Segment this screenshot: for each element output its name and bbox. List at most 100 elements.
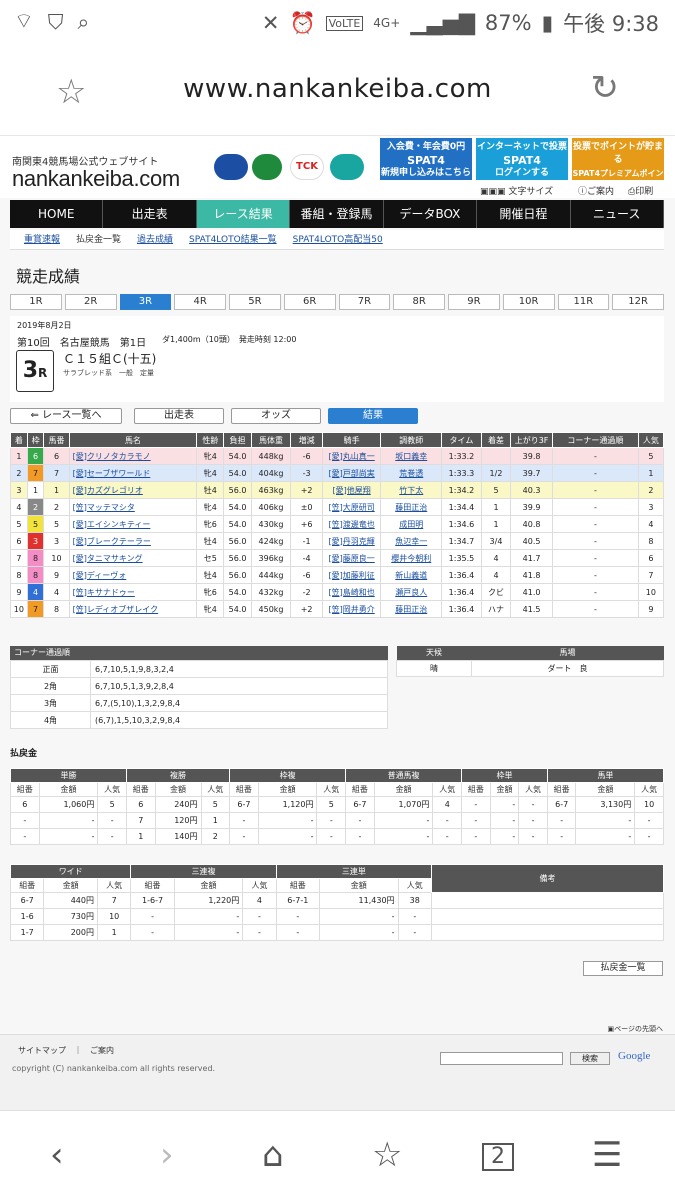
reload-icon[interactable]: ↻ (591, 68, 620, 108)
result-jockey[interactable]: [笠]大原研司 (321, 498, 382, 516)
bookmarks-icon[interactable]: ☆ (372, 1135, 402, 1175)
result-name[interactable]: [笠]マッテマシタ (68, 498, 198, 516)
race-10r[interactable]: 10R (502, 294, 555, 310)
subnav-link[interactable]: SPAT4LOTO結果一覧 (189, 230, 277, 249)
result-trainer[interactable]: 藤田正治 (380, 498, 443, 516)
nav-results[interactable]: レース結果 (196, 200, 291, 228)
result-margin: 4 (480, 566, 512, 584)
result-name[interactable]: [愛]ディーヴォ (68, 566, 198, 584)
result-jockey[interactable]: [笠]島崎和也 (321, 583, 382, 601)
race-1r[interactable]: 1R (10, 294, 62, 310)
result-name[interactable]: [笠]レディオブザレイク (68, 600, 198, 618)
result-trainer[interactable]: 櫻井今朝利 (380, 549, 443, 567)
spat4-premium-banner[interactable]: 投票でポイントが貯まる SPAT4プレミアムポイント ログインする (572, 138, 664, 204)
result-trainer[interactable]: 瀬戸良人 (380, 583, 443, 601)
race-11r[interactable]: 11R (557, 294, 610, 310)
tck-emblem-icon[interactable]: TCK (290, 154, 324, 180)
guide-link[interactable]: ⓘご案内 (578, 184, 614, 197)
payout-cell: 1,070円 (373, 796, 434, 813)
tab-result[interactable]: 結果 (328, 408, 418, 424)
tab-racecard[interactable]: 出走表 (134, 408, 224, 424)
menu-icon[interactable]: ☰ (592, 1135, 622, 1175)
results-col-header: 枠 (26, 432, 45, 448)
nav-databox[interactable]: データBOX (384, 200, 478, 228)
result-jockey[interactable]: [愛]他屋翔 (321, 481, 382, 499)
back-to-list-button[interactable]: ⇐ レース一覧へ (10, 408, 122, 424)
race-2r[interactable]: 2R (64, 294, 117, 310)
subnav-link[interactable]: SPAT4LOTO高配当50 (293, 230, 383, 249)
nav-home[interactable]: HOME (10, 200, 104, 228)
urawa-emblem-icon[interactable] (214, 154, 248, 180)
payout-cell: - (461, 796, 491, 813)
home-icon[interactable]: ⌂ (262, 1135, 284, 1175)
footer-links[interactable]: サイトマップ ｜ ご案内 (18, 1045, 114, 1056)
result-corner: - (551, 600, 639, 618)
result-trainer[interactable]: 魚辺幸一 (380, 532, 443, 550)
guide-label: ご案内 (587, 187, 615, 197)
race-12r[interactable]: 12R (612, 294, 664, 310)
result-jockey[interactable]: [愛]丸山真一 (321, 447, 382, 465)
tab-odds[interactable]: オッズ (231, 408, 321, 424)
result-name[interactable]: [笠]キサナドゥー (68, 583, 198, 601)
race-9r[interactable]: 9R (448, 294, 500, 310)
payout-sub-header: 組番 (125, 782, 156, 797)
payout-list-button[interactable]: 払戻金一覧 (583, 961, 663, 976)
funabashi-emblem-icon[interactable] (252, 154, 282, 180)
race-4r[interactable]: 4R (174, 294, 226, 310)
result-name[interactable]: [愛]タニマサキング (68, 549, 198, 567)
nav-entries[interactable]: 出走表 (103, 200, 197, 228)
race-8r[interactable]: 8R (393, 294, 445, 310)
page-top-link[interactable]: ▣ページの先頭へ (608, 1024, 664, 1034)
payout-cell: - (10, 812, 40, 829)
payout-cell: 11,430円 (318, 892, 399, 909)
payout-row: - - -1 140円 2- - - - - - - - - - - - (10, 828, 664, 845)
result-pos: 8 (10, 566, 28, 584)
result-sa: 牝4 (196, 498, 225, 516)
result-trainer[interactable]: 坂口義幸 (380, 447, 443, 465)
subnav-link[interactable]: 過去成績 (137, 230, 173, 249)
race-3r[interactable]: 3R (119, 294, 172, 310)
search-input[interactable] (440, 1052, 563, 1065)
forward-icon[interactable]: › (160, 1135, 174, 1175)
subnav-link[interactable]: 重賞速報 (24, 230, 60, 249)
tabs-icon[interactable]: 2 (482, 1143, 514, 1171)
result-sa: 牝6 (196, 583, 225, 601)
race-7r[interactable]: 7R (338, 294, 391, 310)
result-trainer[interactable]: 竹下太 (380, 481, 443, 499)
subnav-link[interactable]: 払戻金一覧 (76, 230, 121, 249)
spat4-signup-banner[interactable]: 入会費・年会費0円 SPAT4 新規申し込みはこちら (380, 138, 472, 180)
result-name[interactable]: [愛]ブレークテーラー (68, 532, 198, 550)
result-row: 8 8 9 [愛]ディーヴォ 牡4 56.0 444kg -6 [愛]加藤利征 新山義道 1:36.… (10, 566, 665, 584)
nav-schedule[interactable]: 開催日程 (477, 200, 571, 228)
payout-group: 馬単 (546, 768, 665, 783)
search-button[interactable]: 検索 (570, 1052, 610, 1065)
back-icon[interactable]: ‹ (50, 1135, 64, 1175)
result-trainer[interactable]: 成田明 (380, 515, 443, 533)
result-name[interactable]: [愛]エイシンキティー (68, 515, 198, 533)
payout-sub-header: 金額 (38, 782, 99, 797)
site-logo[interactable]: nankankeiba.com (12, 166, 180, 192)
race-5r[interactable]: 5R (229, 294, 281, 310)
url-text[interactable]: www.nankankeiba.com (0, 74, 675, 104)
result-trainer[interactable]: 新山義道 (380, 566, 443, 584)
results-col-header: 上がり3F (510, 432, 553, 448)
result-jockey[interactable]: [愛]戸部尚実 (321, 464, 382, 482)
result-jockey[interactable]: [愛]丹羽克輝 (321, 532, 382, 550)
result-trainer[interactable]: 荒巻透 (380, 464, 443, 482)
result-name[interactable]: [愛]カズグレゴリオ (68, 481, 198, 499)
result-trainer[interactable]: 藤田正治 (380, 600, 443, 618)
race-6r[interactable]: 6R (283, 294, 336, 310)
result-jockey[interactable]: [愛]藤原良一 (321, 549, 382, 567)
nav-program[interactable]: 番組・登録馬 (290, 200, 384, 228)
result-jockey[interactable]: [笠]渡邊竜也 (321, 515, 382, 533)
kawasaki-emblem-icon[interactable] (330, 154, 364, 180)
result-name[interactable]: [愛]セーブザワールド (68, 464, 198, 482)
print-link[interactable]: ⎙印刷 (628, 184, 653, 197)
nav-news[interactable]: ニュース (571, 200, 664, 228)
spat4-login-banner[interactable]: インターネットで投票 SPAT4 ログインする (476, 138, 568, 180)
payout-cell: - (345, 828, 375, 845)
result-jockey[interactable]: [愛]加藤利征 (321, 566, 382, 584)
result-name[interactable]: [愛]クリノタカラモノ (68, 447, 198, 465)
result-jockey[interactable]: [笠]岡井勇介 (321, 600, 382, 618)
text-size-control[interactable]: ▣▣▣ 文字サイズ (480, 184, 553, 197)
